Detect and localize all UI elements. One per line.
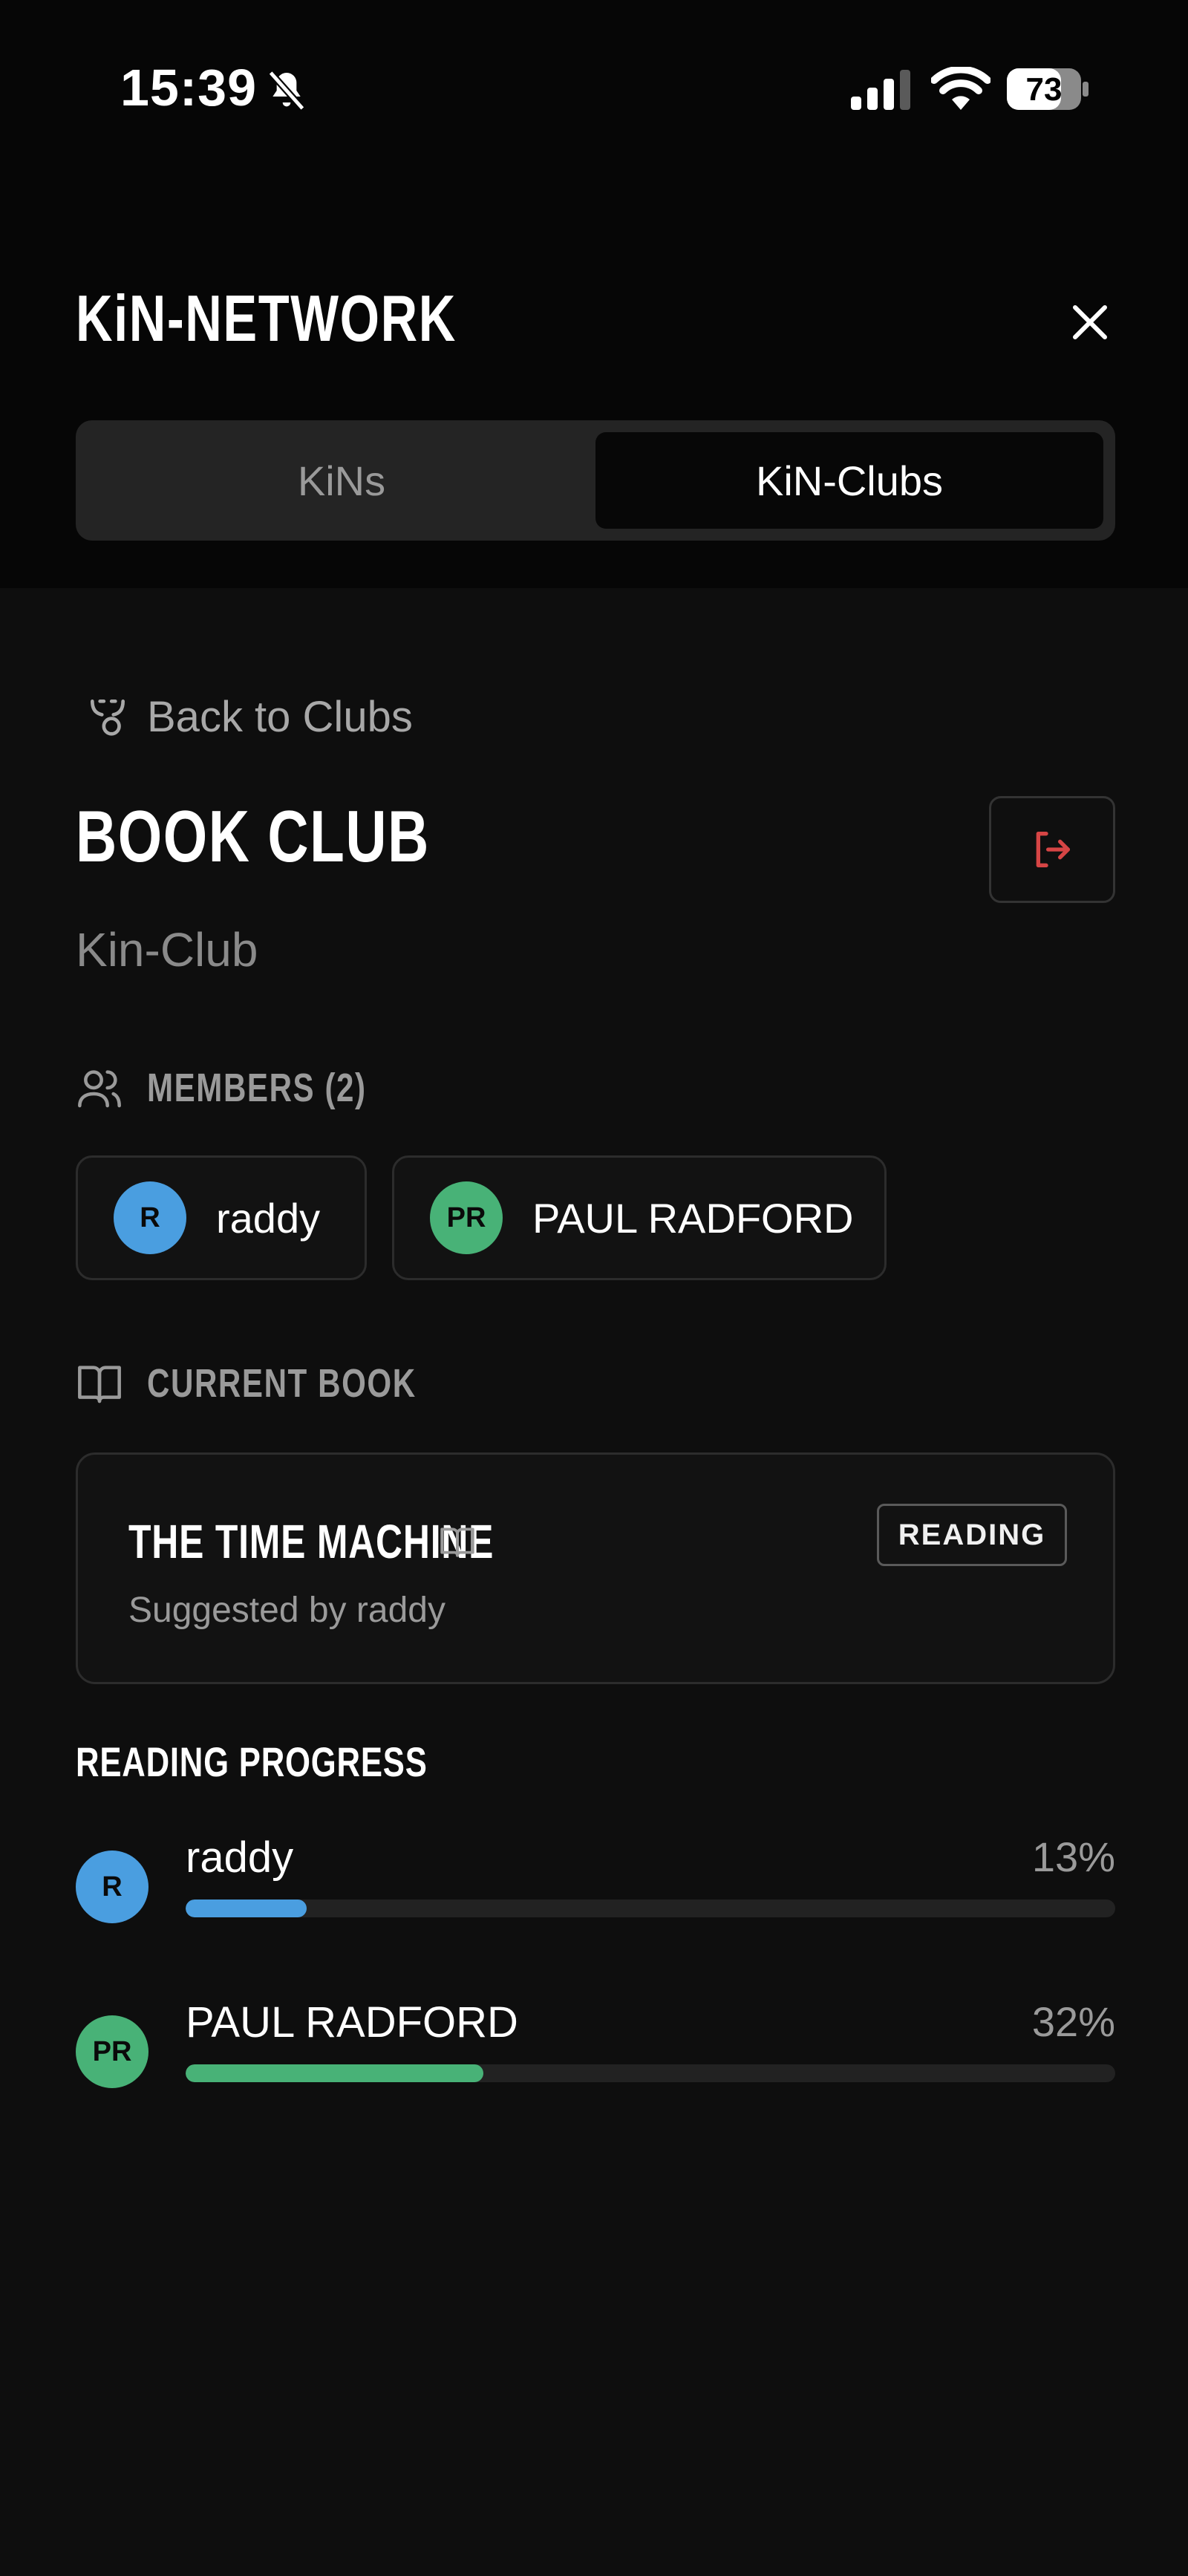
back-label: Back to Clubs: [147, 692, 413, 741]
progress-track: [186, 2064, 1115, 2082]
book-open-icon: [78, 1366, 121, 1403]
users-icon: [78, 1070, 121, 1108]
current-book-heading: CURRENT BOOK: [76, 1357, 492, 1409]
avatar: R: [114, 1181, 186, 1254]
book-suggested-by: Suggested by raddy: [128, 1591, 446, 1630]
avatar: PR: [76, 2015, 148, 2088]
header-area: 15:39 73 KiN-NETWORK KiNs KiN-Clubs: [0, 0, 1188, 588]
tab-kin-clubs[interactable]: KiN-Clubs: [595, 432, 1103, 529]
club-name: BOOK CLUB: [76, 795, 430, 877]
bell-muted-icon: [268, 70, 305, 111]
kin-network-screen: 15:39 73 KiN-NETWORK KiNs KiN-Clubs Back…: [0, 0, 1188, 2576]
club-type: Kin-Club: [76, 923, 258, 976]
member-chip[interactable]: R raddy: [76, 1155, 367, 1280]
close-icon[interactable]: [1068, 300, 1112, 345]
book-open-icon: [440, 1527, 474, 1557]
member-chip[interactable]: PR PAUL RADFORD: [392, 1155, 887, 1280]
status-time: 15:39: [120, 59, 258, 117]
progress-row: R raddy 13%: [76, 1833, 1115, 1940]
battery-indicator: 73: [1007, 68, 1089, 110]
reading-progress-heading: READING PROGRESS: [76, 1738, 428, 1785]
battery-level: 73: [1025, 71, 1063, 108]
current-book-heading-label: CURRENT BOOK: [147, 1361, 417, 1406]
wifi-icon: [931, 67, 990, 110]
progress-row: PR PAUL RADFORD 32%: [76, 1998, 1115, 2104]
member-name: PAUL RADFORD: [532, 1194, 854, 1242]
page-title: KiN-NETWORK: [76, 281, 457, 355]
progress-fill: [186, 2064, 483, 2082]
logout-icon: [1036, 832, 1070, 867]
tab-kins[interactable]: KiNs: [88, 432, 595, 529]
avatar: R: [76, 1851, 148, 1923]
member-name: raddy: [216, 1194, 321, 1242]
progress-percent: 13%: [1031, 1833, 1115, 1880]
members-heading: MEMBERS (2): [76, 1062, 428, 1114]
progress-member-name: PAUL RADFORD: [186, 1998, 518, 2047]
progress-percent: 32%: [1031, 1998, 1115, 2045]
progress-fill: [186, 1900, 307, 1917]
cellular-signal-icon: [851, 70, 910, 110]
status-bar: 15:39 73: [0, 0, 1188, 178]
progress-member-name: raddy: [186, 1833, 294, 1882]
back-to-clubs-link[interactable]: Back to Clubs: [85, 691, 413, 743]
status-badge: READING: [877, 1504, 1067, 1566]
segmented-control: KiNs KiN-Clubs: [76, 420, 1115, 541]
leave-club-button[interactable]: [989, 796, 1115, 903]
current-book-card[interactable]: THE TIME MACHINE Suggested by raddy READ…: [76, 1452, 1115, 1684]
members-heading-label: MEMBERS (2): [147, 1066, 367, 1110]
back-icon: [91, 700, 125, 736]
progress-track: [186, 1900, 1115, 1917]
avatar: PR: [430, 1181, 503, 1254]
